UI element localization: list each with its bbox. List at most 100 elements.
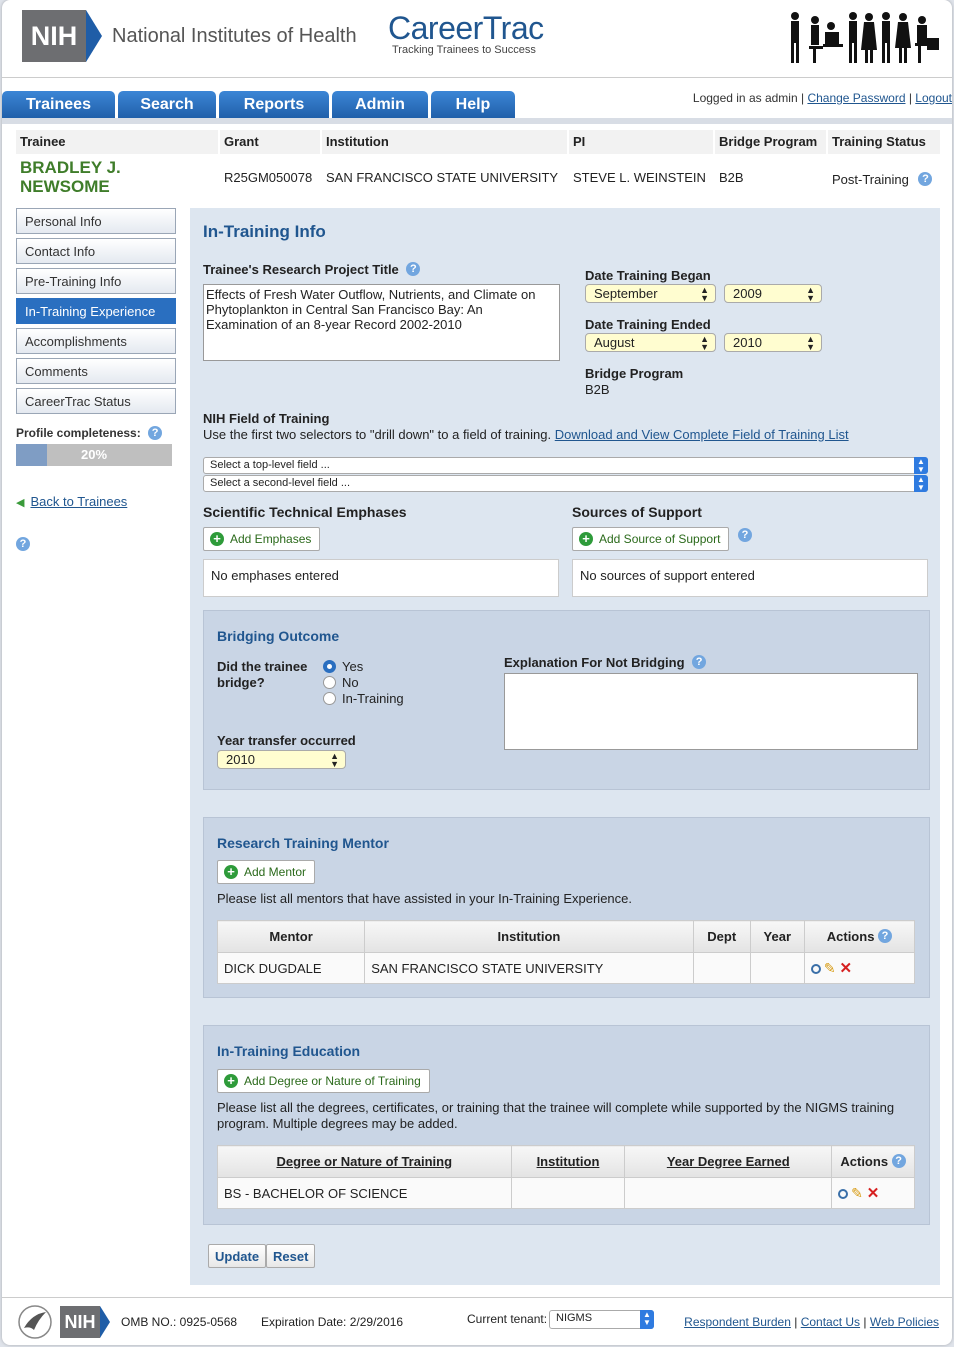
second-level-field-select[interactable]: Select a second-level field ... ▲ ▼ — [203, 475, 928, 492]
back-to-trainees-link[interactable]: Back to Trainees — [30, 494, 127, 509]
year-transfer-select[interactable]: 2010 ▲ ▼ — [217, 750, 346, 769]
respondent-burden-link[interactable]: Respondent Burden — [684, 1315, 791, 1329]
logout-link[interactable]: Logout — [915, 91, 952, 105]
began-year-select[interactable]: 2009 ▲ ▼ — [724, 284, 822, 303]
col-actions-label: Actions — [840, 1154, 889, 1169]
help-icon[interactable]: ? — [918, 171, 933, 186]
tab-admin[interactable]: Admin — [332, 91, 428, 119]
nih-logo[interactable]: NIH National Institutes of Health — [22, 10, 357, 62]
profile-completeness-value: 20% — [80, 447, 108, 462]
reset-button[interactable]: Reset — [266, 1244, 316, 1268]
help-icon[interactable]: ? — [738, 528, 752, 542]
radio-yes[interactable]: Yes — [323, 659, 404, 675]
back-to-trainees[interactable]: ◀ Back to Trainees — [16, 494, 176, 509]
footer-links: Respondent Burden | Contact Us | Web Pol… — [684, 1315, 939, 1329]
delete-icon[interactable]: ✕ — [867, 1184, 880, 1202]
support-list: No sources of support entered — [572, 559, 928, 597]
bridging-outcome-title: Bridging Outcome — [217, 628, 340, 644]
trainee-summary: Trainee Grant Institution PI Bridge Prog… — [16, 130, 940, 200]
omb-number: OMB NO.: 0925-0568 — [121, 1315, 238, 1329]
col-actions-label: Actions — [826, 929, 875, 944]
radio-in-training-control[interactable] — [323, 692, 336, 705]
explanation-label: Explanation For Not Bridging ? — [504, 655, 707, 670]
bridge-radio-group: Yes No In-Training — [323, 659, 404, 707]
sidebar-item-pre-training[interactable]: Pre-Training Info — [16, 268, 176, 294]
edit-icon[interactable]: ✎ — [824, 960, 836, 977]
sidebar-item-accomplishments[interactable]: Accomplishments — [16, 328, 176, 354]
second-level-field-placeholder: Select a second-level field ... — [210, 477, 351, 489]
table-row: DICK DUGDALE SAN FRANCISCO STATE UNIVERS… — [216, 952, 916, 984]
view-icon[interactable] — [810, 964, 821, 974]
table-row: BS - BACHELOR OF SCIENCE ✎ ✕ — [217, 1177, 915, 1209]
app-window: NIH National Institutes of Health Career… — [2, 0, 952, 1345]
help-icon[interactable]: ? — [692, 655, 707, 669]
mentor-year — [749, 952, 805, 984]
tab-reports[interactable]: Reports — [219, 91, 329, 119]
radio-in-training-label: In-Training — [342, 691, 404, 706]
sidebar-item-comments[interactable]: Comments — [16, 358, 176, 384]
add-mentor-label: Add Mentor — [244, 865, 307, 879]
education-table: Degree or Nature of Training Institution… — [217, 1145, 915, 1209]
tab-help[interactable]: Help — [431, 91, 515, 119]
mentor-name: DICK DUGDALE — [216, 952, 366, 984]
ended-year-select[interactable]: 2010 ▲ ▼ — [724, 333, 822, 352]
select-arrows-icon: ▲ ▼ — [330, 751, 339, 769]
help-icon[interactable]: ? — [16, 537, 30, 551]
top-level-field-select[interactable]: Select a top-level field ... ▲ ▼ — [203, 457, 928, 474]
add-mentor-button[interactable]: + Add Mentor — [217, 860, 316, 884]
tab-trainees[interactable]: Trainees — [2, 91, 115, 119]
add-degree-button[interactable]: + Add Degree or Nature of Training — [217, 1069, 430, 1093]
sidebar-item-careertrac-status[interactable]: CareerTrac Status — [16, 388, 176, 414]
select-arrows-icon: ▲ ▼ — [914, 475, 928, 492]
careertrac-logo[interactable]: CareerTrac Tracking Trainees to Success — [388, 12, 544, 56]
date-ended-label: Date Training Ended — [585, 317, 711, 332]
began-month-select[interactable]: September ▲ ▼ — [585, 284, 716, 303]
tenant-select[interactable]: NIGMS ▲ ▼ — [549, 1310, 654, 1329]
mentor-panel: Research Training Mentor + Add Mentor Ple… — [203, 817, 930, 998]
trainee-name: BRADLEY J. NEWSOME — [16, 154, 220, 200]
col-degree[interactable]: Degree or Nature of Training — [217, 1145, 512, 1178]
col-institution[interactable]: Institution — [510, 1145, 626, 1178]
col-dept: Dept — [692, 920, 751, 953]
education-panel: In-Training Education + Add Degree or Nat… — [203, 1025, 930, 1225]
view-icon[interactable] — [838, 1189, 849, 1199]
help-icon[interactable]: ? — [406, 262, 421, 276]
web-policies-link[interactable]: Web Policies — [870, 1315, 939, 1329]
radio-no-control[interactable] — [323, 676, 336, 689]
radio-no[interactable]: No — [323, 675, 404, 691]
ended-month-select[interactable]: August ▲ ▼ — [585, 333, 716, 352]
edit-icon[interactable]: ✎ — [851, 1185, 863, 1202]
contact-us-link[interactable]: Contact Us — [801, 1315, 860, 1329]
sidebar-item-in-training[interactable]: In-Training Experience — [16, 298, 176, 324]
help-icon[interactable]: ? — [878, 929, 893, 943]
project-title-input[interactable]: Effects of Fresh Water Outflow, Nutrient… — [203, 284, 560, 361]
col-actions: Actions ? — [803, 920, 916, 953]
help-icon[interactable]: ? — [891, 1154, 906, 1168]
add-emphases-button[interactable]: + Add Emphases — [203, 527, 321, 551]
trainee-grant: R25GM050078 — [224, 169, 313, 185]
update-button[interactable]: Update — [208, 1244, 267, 1268]
sidebar-item-personal-info[interactable]: Personal Info — [16, 208, 176, 234]
col-trainee: Trainee — [16, 130, 220, 154]
began-month-value: September — [594, 286, 658, 301]
tenant-value: NIGMS — [556, 1312, 593, 1324]
sidebar-item-contact-info[interactable]: Contact Info — [16, 238, 176, 264]
select-arrows-icon: ▲ ▼ — [700, 285, 709, 303]
tab-search[interactable]: Search — [118, 91, 216, 119]
sidebar-help: ? — [16, 537, 176, 552]
change-password-link[interactable]: Change Password — [807, 91, 905, 105]
col-actions: Actions ? — [831, 1145, 915, 1178]
bridge-program-value: B2B — [585, 382, 610, 397]
add-support-button[interactable]: + Add Source of Support — [572, 527, 730, 551]
explanation-input[interactable] — [504, 673, 918, 750]
field-list-link[interactable]: Download and View Complete Field of Trai… — [555, 427, 849, 442]
plus-icon: + — [210, 532, 224, 546]
radio-in-training[interactable]: In-Training — [323, 691, 404, 707]
radio-yes-control[interactable] — [323, 660, 336, 673]
col-institution: Institution — [322, 130, 569, 154]
help-icon[interactable]: ? — [148, 426, 163, 440]
col-year-earned[interactable]: Year Degree Earned — [624, 1145, 833, 1178]
emphases-list: No emphases entered — [203, 559, 559, 597]
table-header-row: Mentor Institution Dept Year Actions ? — [216, 920, 916, 953]
delete-icon[interactable]: ✕ — [840, 959, 853, 977]
